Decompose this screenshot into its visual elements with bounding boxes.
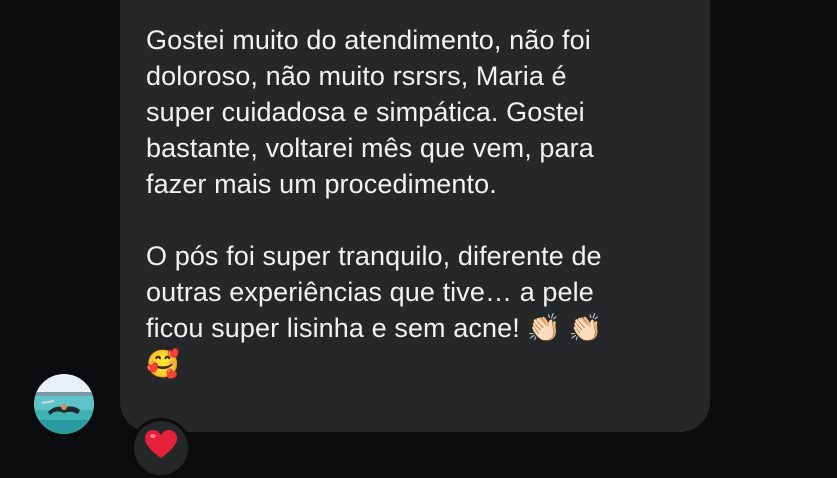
clapping-hands-icon: 👏🏻 <box>568 313 603 343</box>
heart-reaction[interactable] <box>131 418 191 478</box>
heart-icon <box>145 430 177 458</box>
beach-photo-icon <box>34 374 94 434</box>
message-text: Gostei muito do atendimento, não foi dol… <box>146 22 706 382</box>
smiling-face-with-hearts-icon: 🥰 <box>146 349 180 379</box>
message-paragraph-1: Gostei muito do atendimento, não foi dol… <box>146 25 594 199</box>
avatar[interactable] <box>34 374 94 434</box>
message-paragraph-2: O pós foi super tranquilo, diferente de … <box>146 238 706 382</box>
clapping-hands-icon: 👏🏻 <box>527 313 562 343</box>
